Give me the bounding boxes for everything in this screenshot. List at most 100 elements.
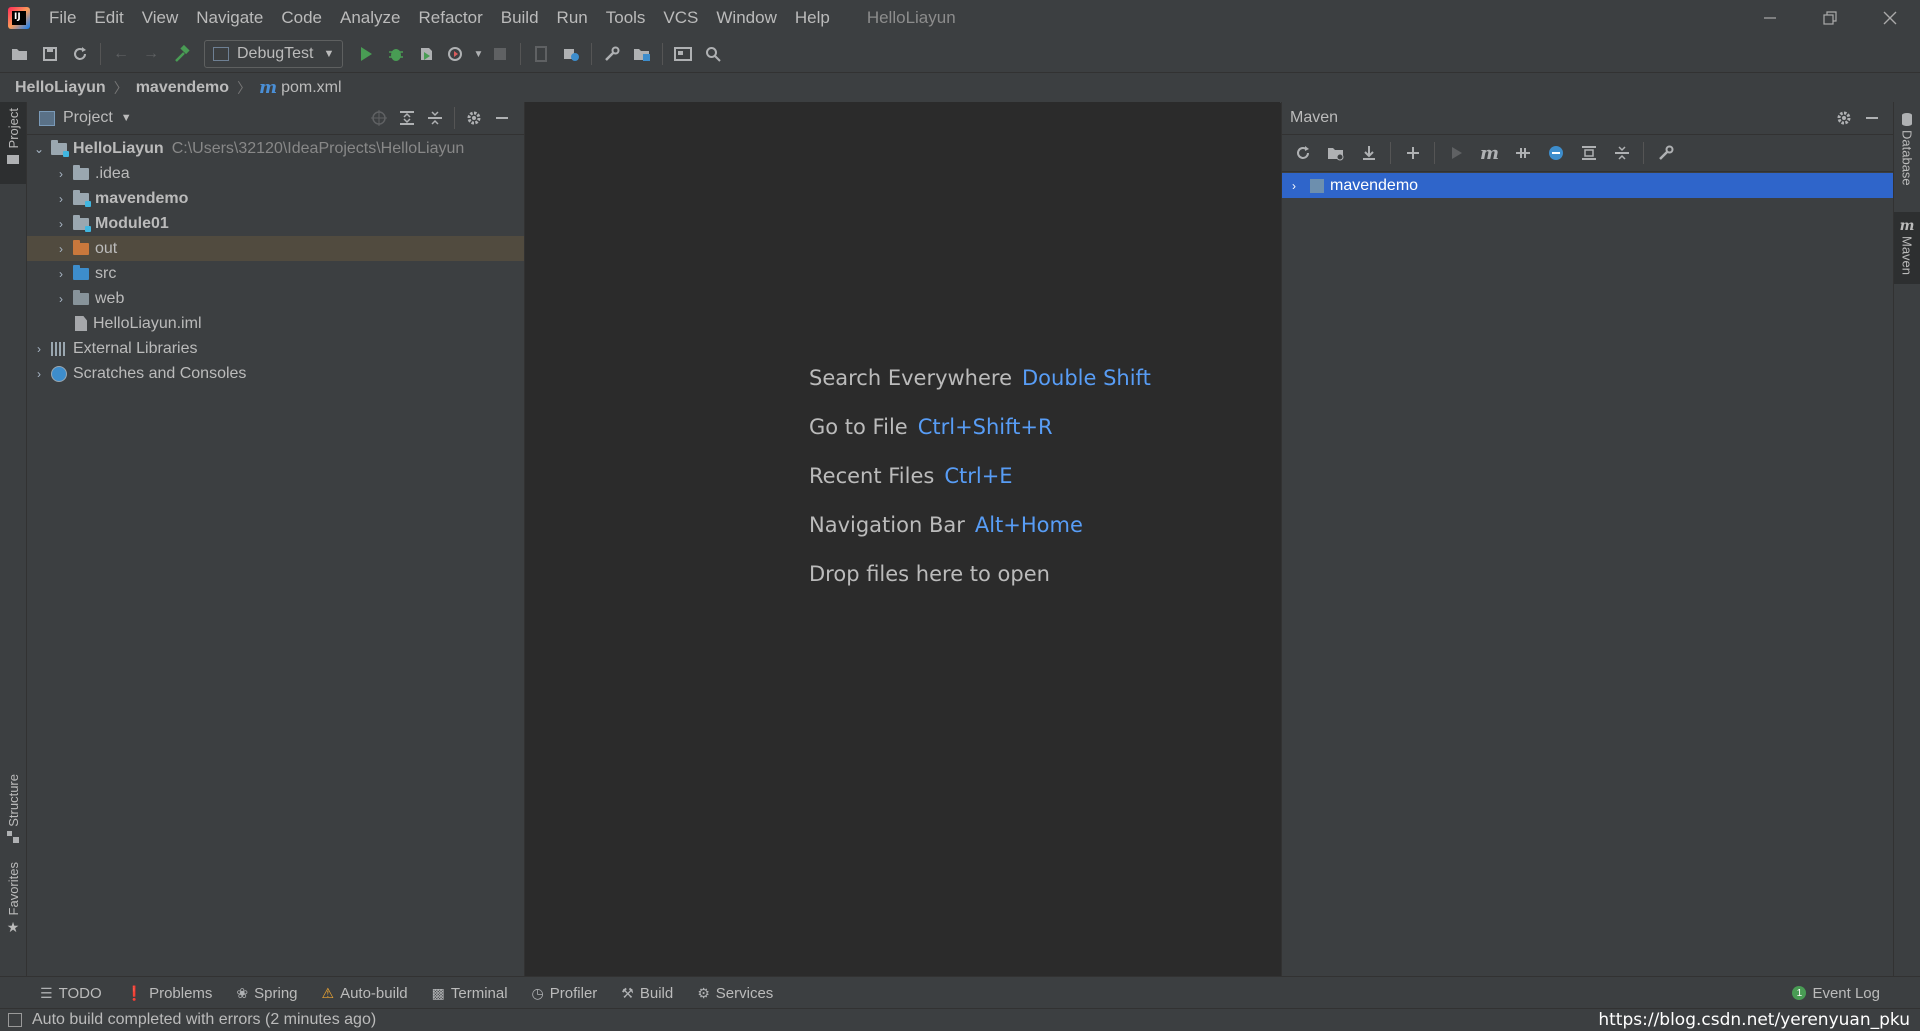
stop-icon[interactable] xyxy=(485,39,515,69)
build-hammer-icon[interactable] xyxy=(166,39,196,69)
status-message[interactable]: Auto build completed with errors (2 minu… xyxy=(32,1011,376,1029)
chevron-right-icon: › xyxy=(1292,178,1296,193)
hint-shortcut[interactable]: Alt+Home xyxy=(975,513,1083,537)
hint-label: Recent Files xyxy=(809,464,935,488)
tab-problems[interactable]: ❗ Problems xyxy=(126,985,213,1002)
project-structure-icon[interactable] xyxy=(627,39,657,69)
gear-icon[interactable] xyxy=(1830,104,1858,132)
menu-vcs[interactable]: VCS xyxy=(654,0,707,36)
close-button[interactable] xyxy=(1860,0,1920,36)
tree-item-web[interactable]: › web xyxy=(27,286,524,311)
tab-auto-build[interactable]: ⚠ Auto-build xyxy=(322,985,408,1002)
maven-project-mavendemo[interactable]: › mavendemo xyxy=(1282,173,1894,198)
hide-panel-icon[interactable] xyxy=(1858,104,1886,132)
presentation-mode-icon[interactable] xyxy=(668,39,698,69)
debug-bug-icon[interactable] xyxy=(381,39,411,69)
terminal-icon: ▩ xyxy=(431,984,445,1001)
menu-view[interactable]: View xyxy=(133,0,188,36)
skip-tests-icon[interactable] xyxy=(1539,138,1572,168)
menu-code[interactable]: Code xyxy=(272,0,331,36)
tree-item-iml[interactable]: HelloLiayun.iml xyxy=(27,311,524,336)
reload-icon[interactable] xyxy=(1286,138,1319,168)
menu-navigate[interactable]: Navigate xyxy=(187,0,272,36)
tree-root-name: HelloLiayun xyxy=(73,139,164,157)
menu-window[interactable]: Window xyxy=(707,0,785,36)
attach-debugger-icon[interactable] xyxy=(526,39,556,69)
menu-run[interactable]: Run xyxy=(548,0,597,36)
menu-file[interactable]: File xyxy=(40,0,85,36)
run-icon[interactable] xyxy=(351,39,381,69)
settings-wrench-icon[interactable] xyxy=(597,39,627,69)
tree-item-src[interactable]: › src xyxy=(27,261,524,286)
expand-all-icon[interactable] xyxy=(393,104,421,132)
stripe-tab-database[interactable]: Database xyxy=(1894,102,1920,192)
run-maven-build-icon[interactable] xyxy=(1440,138,1473,168)
menu-edit[interactable]: Edit xyxy=(85,0,132,36)
execute-goal-m-icon[interactable]: m xyxy=(1473,138,1506,168)
open-folder-icon[interactable] xyxy=(5,39,35,69)
chevron-right-icon: › xyxy=(59,216,63,231)
gear-icon[interactable] xyxy=(460,104,488,132)
add-plus-icon[interactable] xyxy=(1396,138,1429,168)
hint-shortcut[interactable]: Double Shift xyxy=(1022,366,1151,390)
sync-icon[interactable] xyxy=(65,39,95,69)
event-log-button[interactable]: 1 Event Log xyxy=(1792,977,1880,1009)
forward-arrow-icon[interactable]: → xyxy=(136,39,166,69)
show-dependencies-icon[interactable] xyxy=(1572,138,1605,168)
restore-button[interactable] xyxy=(1800,0,1860,36)
generate-sources-folder-icon[interactable] xyxy=(1319,138,1352,168)
menu-analyze[interactable]: Analyze xyxy=(331,0,409,36)
tab-services[interactable]: ⚙ Services xyxy=(697,985,773,1002)
tree-root[interactable]: ⌄ HelloLiayun C:\Users\32120\IdeaProject… xyxy=(27,136,524,161)
hide-panel-icon[interactable] xyxy=(488,104,516,132)
run-more-chevron-icon[interactable]: ▼ xyxy=(471,39,485,69)
run-with-coverage-icon[interactable] xyxy=(411,39,441,69)
minimize-button[interactable] xyxy=(1740,0,1800,36)
breadcrumb-file[interactable]: m pom.xml xyxy=(251,78,341,98)
tab-build[interactable]: ⚒ Build xyxy=(621,985,673,1002)
hint-shortcut[interactable]: Ctrl+Shift+R xyxy=(918,415,1053,439)
profile-icon[interactable] xyxy=(441,39,471,69)
tree-item-scratches[interactable]: › Scratches and Consoles xyxy=(27,361,524,386)
tree-item-mavendemo[interactable]: › mavendemo xyxy=(27,186,524,211)
editor-area[interactable]: Search Everywhere Double Shift Go to File… xyxy=(525,102,1280,976)
build-artifacts-icon[interactable] xyxy=(556,39,586,69)
menu-build[interactable]: Build xyxy=(492,0,548,36)
stripe-tab-project[interactable]: Project xyxy=(0,102,26,184)
stripe-tab-structure[interactable]: Structure xyxy=(0,774,26,854)
tab-todo[interactable]: ☰ TODO xyxy=(40,985,102,1002)
stripe-tab-database-label: Database xyxy=(1899,130,1915,186)
tree-item-idea[interactable]: › .idea xyxy=(27,161,524,186)
tree-item-external-libraries[interactable]: › External Libraries xyxy=(27,336,524,361)
toggle-offline-icon[interactable] xyxy=(1506,138,1539,168)
maven-settings-wrench-icon[interactable] xyxy=(1649,138,1682,168)
search-icon[interactable] xyxy=(698,39,728,69)
stripe-tab-favorites[interactable]: Favorites ★ xyxy=(0,862,26,962)
toolbar-separator xyxy=(100,43,101,65)
tree-item-out[interactable]: › out xyxy=(27,236,524,261)
stripe-tab-maven[interactable]: m Maven xyxy=(1894,212,1920,284)
tree-item-module01[interactable]: › Module01 xyxy=(27,211,524,236)
collapse-all-icon[interactable] xyxy=(421,104,449,132)
menu-help[interactable]: Help xyxy=(786,0,839,36)
tab-spring[interactable]: ❀ Spring xyxy=(236,985,297,1002)
save-all-icon[interactable] xyxy=(35,39,65,69)
collapse-all-icon[interactable] xyxy=(1605,138,1638,168)
menu-tools[interactable]: Tools xyxy=(597,0,655,36)
breadcrumb-project[interactable]: HelloLiayun xyxy=(0,79,106,97)
locate-file-icon[interactable] xyxy=(365,104,393,132)
project-view-selector[interactable]: Project ▼ xyxy=(39,109,132,127)
back-arrow-icon[interactable]: ← xyxy=(106,39,136,69)
status-square-icon[interactable] xyxy=(8,1013,22,1027)
tab-terminal[interactable]: ▩ Terminal xyxy=(432,985,508,1002)
run-configuration-dropdown[interactable]: DebugTest ▼ xyxy=(204,40,344,68)
stripe-tab-project-label: Project xyxy=(5,108,21,149)
hint-shortcut[interactable]: Ctrl+E xyxy=(944,464,1012,488)
menu-refactor[interactable]: Refactor xyxy=(409,0,491,36)
module-folder-icon xyxy=(73,189,91,207)
breadcrumb-module[interactable]: mavendemo xyxy=(128,79,229,97)
spring-leaf-icon: ❀ xyxy=(236,984,249,1001)
tab-profiler[interactable]: ◷ Profiler xyxy=(532,985,598,1002)
download-icon[interactable] xyxy=(1352,138,1385,168)
star-icon: ★ xyxy=(6,919,20,936)
